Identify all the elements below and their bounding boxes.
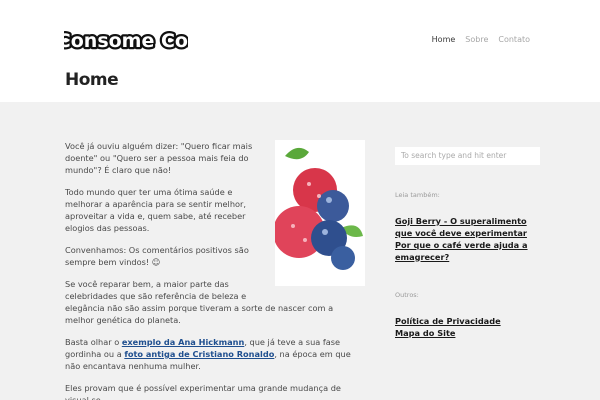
paragraph-5-text-a: Basta olhar o [65, 337, 122, 347]
svg-text:Consome Co.: Consome Co. [64, 30, 188, 52]
smiley-icon: ☺ [151, 257, 161, 267]
link-cristiano-ronaldo[interactable]: foto antiga de Cristiano Ronaldo [124, 349, 274, 359]
article-content: Você já ouviu alguém dizer: "Quero ficar… [65, 140, 365, 400]
paragraph-6: Eles provam que é possível experimentar … [65, 383, 341, 400]
link-ana-hickmann[interactable]: exemplo da Ana Hickmann [122, 337, 245, 347]
also-read-links: Goji Berry - O superalimento que você de… [395, 215, 540, 263]
paragraph-5: Basta olhar o exemplo da Ana Hickmann, q… [65, 336, 363, 372]
nav-sobre[interactable]: Sobre [465, 35, 488, 44]
others-links: Política de Privacidade Mapa do Site [395, 315, 540, 339]
logo-wordmark: Consome Co. [64, 28, 188, 54]
site-logo[interactable]: Consome Co. [64, 26, 188, 54]
site-header: Consome Co. Home Sobre Contato Home [0, 0, 600, 102]
berries-image [275, 140, 365, 286]
link-privacy-policy[interactable]: Política de Privacidade [395, 315, 540, 327]
link-cafe-verde[interactable]: Por que o café verde ajuda a emagrecer? [395, 239, 540, 263]
link-goji-berry[interactable]: Goji Berry - O superalimento que você de… [395, 215, 540, 239]
others-label: Outros: [395, 290, 419, 299]
link-sitemap[interactable]: Mapa do Site [395, 327, 540, 339]
nav-contato[interactable]: Contato [498, 35, 530, 44]
also-read-label: Leia também: [395, 190, 440, 199]
page-title: Home [65, 70, 119, 90]
search-input[interactable] [395, 146, 540, 165]
sidebar: Leia também: Goji Berry - O superaliment… [395, 143, 540, 339]
main-nav: Home Sobre Contato [432, 35, 530, 44]
nav-home[interactable]: Home [432, 35, 456, 44]
